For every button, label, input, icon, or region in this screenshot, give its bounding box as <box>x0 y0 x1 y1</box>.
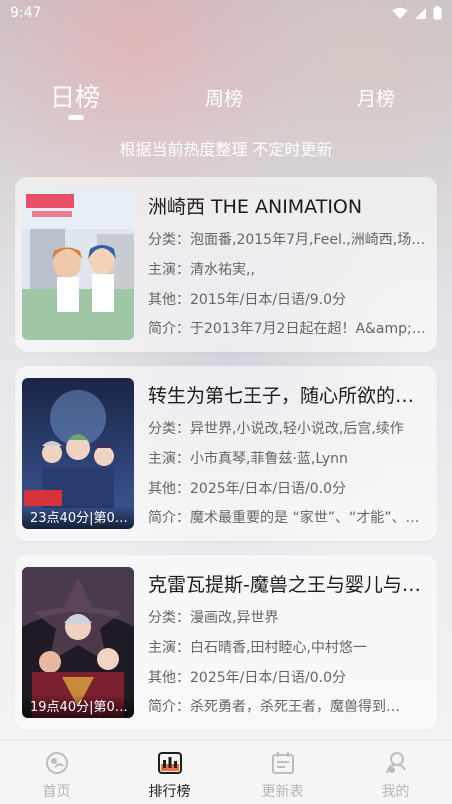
tab-daily[interactable]: 日榜 <box>50 78 100 114</box>
anime-cover: 23点40分|第0… <box>22 378 134 529</box>
nav-schedule-label: 更新表 <box>261 784 304 800</box>
status-bar: 9:47 <box>0 0 452 26</box>
nav-rank[interactable]: 排行榜 <box>113 741 226 804</box>
anime-cast: 主演：清水祐実,, <box>148 262 255 278</box>
ranking-tabs: 日榜 周榜 月榜 <box>0 78 452 120</box>
anime-cast: 主演：白石晴香,田村睦心,中村悠一 <box>148 640 367 656</box>
cover-air-time: 23点40分|第0… <box>22 505 134 529</box>
calendar-icon <box>272 752 294 774</box>
nav-mine[interactable]: 我的 <box>339 741 452 804</box>
anime-title: 转生为第七王子，随心所欲的… <box>148 385 415 407</box>
anime-other-info: 其他：2015年/日本/日语/9.0分 <box>148 292 347 308</box>
anime-cover <box>22 189 134 340</box>
anime-card[interactable]: 19点40分|第0… 克雷瓦提斯-魔兽之王与婴儿与… 分类：漫画改,异世界 主演… <box>15 555 437 730</box>
nav-mine-label: 我的 <box>381 784 410 800</box>
bottom-navigation: 首页 排行榜 更新表 我的 <box>0 740 452 804</box>
anime-intro: 简介：魔术最重要的是 “家世”、“才能”、… <box>148 510 420 526</box>
anime-category: 分类：漫画改,异世界 <box>148 610 279 626</box>
ranking-subtitle: 根据当前热度整理 不定时更新 <box>119 140 333 159</box>
tab-monthly[interactable]: 月榜 <box>357 84 395 111</box>
anime-other-info: 其他：2025年/日本/日语/0.0分 <box>148 670 347 686</box>
anime-category: 分类：异世界,小说改,轻小说改,后宫,续作 <box>148 421 404 437</box>
anime-title: 克雷瓦提斯-魔兽之王与婴儿与… <box>148 574 421 596</box>
battery-icon <box>433 6 442 20</box>
status-time: 9:47 <box>10 5 42 21</box>
wifi-icon <box>392 7 408 19</box>
nav-home-label: 首页 <box>42 784 71 800</box>
anime-card[interactable]: 洲崎西 THE ANIMATION 分类：泡面番,2015年7月,Feel.,洲… <box>15 177 437 352</box>
nav-home[interactable]: 首页 <box>0 741 113 804</box>
anime-category: 分类：泡面番,2015年7月,Feel.,洲崎西,场… <box>148 232 426 248</box>
anime-cast: 主演：小市真琴,菲鲁兹·蓝,Lynn <box>148 451 348 467</box>
tab-active-indicator <box>68 115 84 120</box>
cover-air-time: 19点40分|第0… <box>22 694 134 718</box>
anime-intro: 简介：于2013年7月2日起在超！A&amp;… <box>148 321 426 337</box>
anime-cover: 19点40分|第0… <box>22 567 134 718</box>
anime-card[interactable]: 23点40分|第0… 转生为第七王子，随心所欲的… 分类：异世界,小说改,轻小说… <box>15 366 437 541</box>
profile-icon <box>386 752 406 774</box>
anime-intro: 简介：杀死勇者，杀死王者，魔兽得到… <box>148 699 400 715</box>
home-icon <box>46 752 68 774</box>
anime-other-info: 其他：2025年/日本/日语/0.0分 <box>148 481 347 497</box>
nav-schedule[interactable]: 更新表 <box>226 741 339 804</box>
anime-title: 洲崎西 THE ANIMATION <box>148 196 363 218</box>
signal-icon <box>415 7 426 19</box>
tab-weekly[interactable]: 周榜 <box>205 84 243 111</box>
nav-rank-label: 排行榜 <box>148 784 191 800</box>
ranking-icon <box>158 752 182 774</box>
status-icons <box>392 6 442 20</box>
